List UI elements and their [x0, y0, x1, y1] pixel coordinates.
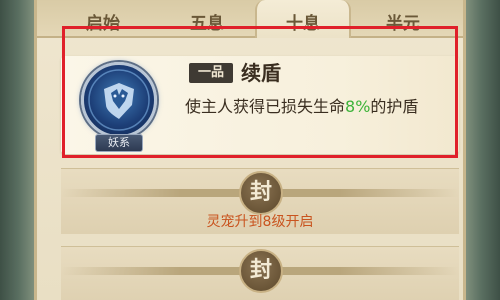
grade-badge: 一品 — [189, 63, 233, 83]
desc-value: 8% — [345, 97, 371, 116]
skill-description: 使主人获得已损失生命8%的护盾 — [185, 94, 418, 120]
seal-lock-icon: 封 — [239, 249, 283, 293]
unlock-requirement: 灵宠升到8级开启 — [206, 214, 314, 230]
wolf-emblem-icon — [81, 62, 157, 138]
locked-skill-slot: 封 灵宠升到8级开启 — [61, 168, 459, 234]
pet-skill-panel: 启始 五息 十息 半元 妖系 一品 续盾 使主人获得已损失生命8%的护盾 封 灵… — [34, 0, 466, 300]
tab-bar: 启始 五息 十息 半元 — [37, 0, 463, 38]
skill-name: 续盾 — [241, 61, 281, 85]
skill-type-tag: 妖系 — [95, 134, 143, 152]
desc-prefix: 使主人获得已损失生命 — [185, 97, 346, 116]
skill-card[interactable]: 妖系 一品 续盾 使主人获得已损失生命8%的护盾 — [61, 56, 459, 154]
tab-banyuan[interactable]: 半元 — [355, 0, 451, 38]
right-frame-ornament — [466, 0, 500, 300]
tab-qishi[interactable]: 启始 — [55, 0, 151, 38]
desc-suffix: 的护盾 — [370, 97, 419, 116]
tab-wuxi[interactable]: 五息 — [159, 0, 255, 38]
locked-skill-slot: 封 — [61, 246, 459, 300]
seal-lock-icon: 封 — [239, 171, 283, 215]
tab-shixi[interactable]: 十息 — [255, 0, 351, 38]
left-frame-ornament — [0, 0, 34, 300]
